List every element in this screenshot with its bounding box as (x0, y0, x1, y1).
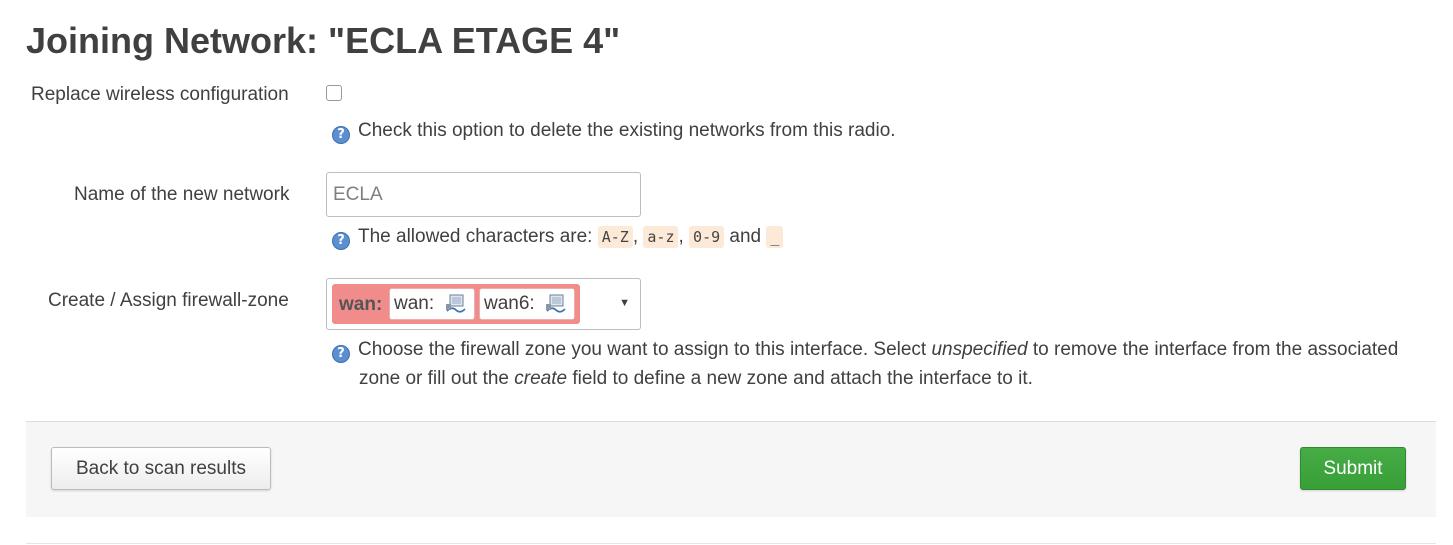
submit-button[interactable]: Submit (1300, 447, 1406, 490)
replace-wireless-help: ? Check this option to delete the existin… (332, 116, 896, 145)
replace-wireless-label: Replace wireless configuration (31, 84, 289, 105)
network-interface-icon (546, 294, 566, 313)
caret-down-icon[interactable]: ▼ (619, 297, 630, 309)
allowed-char-uppercase: A-Z (597, 226, 633, 248)
firewall-help-part1: Choose the firewall zone you want to ass… (358, 339, 927, 360)
zone-name: wan: (339, 294, 383, 315)
back-to-scan-results-button[interactable]: Back to scan results (51, 447, 271, 490)
firewall-help-part4: field to define a new zone and attach th… (572, 368, 1033, 389)
help-icon: ? (332, 126, 350, 144)
page-title: Joining Network: "ECLA ETAGE 4" (26, 20, 621, 61)
zone-badge-wan: wan: wan: wan6: (332, 284, 580, 324)
network-name-label: Name of the new network (74, 184, 290, 205)
firewall-zone-label: Create / Assign firewall-zone (48, 290, 289, 311)
firewall-help-part3: zone or fill out the (359, 368, 509, 389)
help-icon: ? (332, 345, 350, 363)
replace-wireless-checkbox[interactable] (326, 85, 342, 101)
interface-badge-wan6: wan6: (479, 288, 575, 320)
divider (26, 543, 1436, 544)
replace-wireless-help-text: Check this option to delete the existing… (358, 120, 896, 141)
separator-and: and (729, 226, 762, 247)
separator-comma: , (632, 226, 639, 247)
join-network-page: Joining Network: "ECLA ETAGE 4" Replace … (0, 0, 1453, 545)
firewall-help-create: create (514, 368, 568, 389)
interface-badge-wan: wan: (389, 288, 475, 320)
firewall-zone-help-line2: zone or fill out the create field to def… (359, 364, 1033, 393)
firewall-help-part2: to remove the interface from the associa… (1032, 339, 1399, 360)
interface-name: wan6: (484, 293, 535, 314)
firewall-zone-select[interactable]: wan: wan: wan6: ▼ (326, 278, 641, 330)
network-name-help-prefix: The allowed characters are: (358, 226, 593, 247)
separator-comma: , (678, 226, 684, 247)
allowed-char-digits: 0-9 (689, 226, 725, 248)
interface-name: wan: (394, 293, 435, 314)
network-name-input[interactable] (326, 172, 641, 217)
help-icon: ? (332, 232, 350, 250)
firewall-help-unspecified: unspecified (931, 339, 1028, 360)
allowed-char-lowercase: a-z (643, 226, 679, 248)
network-name-help: ? The allowed characters are: A-Z, a-z, 0… (332, 222, 784, 252)
network-interface-icon (446, 294, 466, 313)
allowed-char-underscore: _ (766, 226, 784, 248)
firewall-zone-help: ? Choose the firewall zone you want to as… (332, 335, 1398, 364)
